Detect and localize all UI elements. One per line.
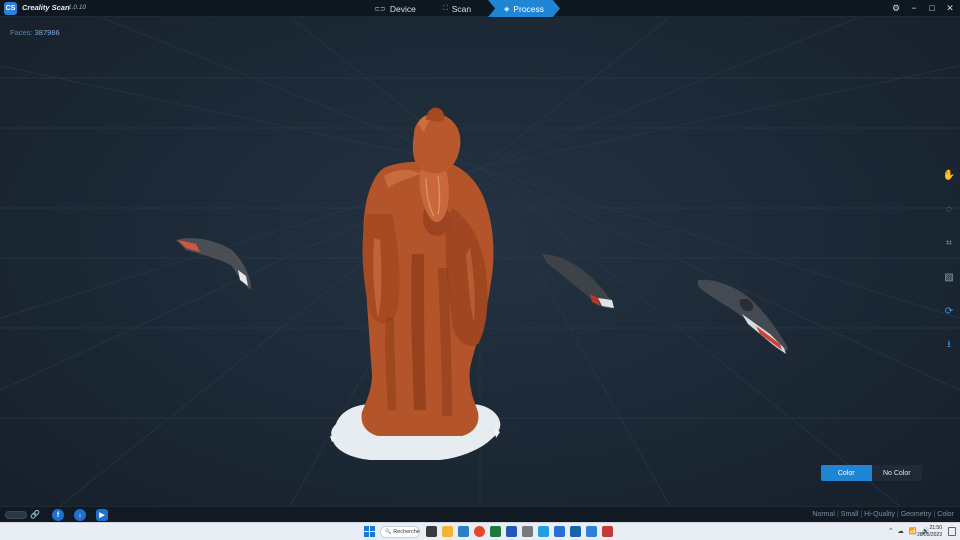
clock-time: 21:50	[929, 525, 942, 531]
app-version: 1.0.10	[68, 4, 87, 11]
render-mode-color[interactable]: Color	[937, 511, 954, 518]
app-logo-icon: CS	[4, 2, 17, 15]
close-button[interactable]: ✕	[944, 2, 956, 14]
model-viewport[interactable]: Faces: 387986 ✋ ◌ ⌗ ▨ ⟳ ⭳	[0, 18, 960, 506]
link-icon: ⊂⊃	[374, 5, 386, 13]
color-mode-toggle: Color No Color	[821, 465, 922, 481]
no-color-button[interactable]: No Color	[872, 465, 923, 481]
app-icon-12[interactable]	[602, 526, 613, 537]
link-icon[interactable]: 🔗	[30, 510, 40, 519]
notification-icon[interactable]	[948, 527, 956, 536]
settings-gear-icon[interactable]: ⚙	[890, 2, 902, 14]
render-mode-geometry[interactable]: Geometry	[901, 511, 932, 518]
tab-device[interactable]: ⊂⊃ Device	[364, 0, 426, 17]
ground-grid	[0, 18, 960, 506]
skype-icon[interactable]	[538, 526, 549, 537]
creality-scan-taskbar-icon[interactable]	[586, 526, 597, 537]
connection-status-pill	[5, 511, 27, 519]
mail-icon[interactable]	[554, 526, 565, 537]
faces-counter: Faces: 387986	[10, 28, 60, 37]
maximize-button[interactable]: □	[926, 2, 938, 14]
search-icon: 🔍	[385, 529, 392, 535]
file-explorer-icon[interactable]	[442, 526, 453, 537]
scan-fragment-center	[542, 254, 614, 309]
main-tabs: ⊂⊃ Device ⛶ Scan ◈ Process	[364, 0, 560, 17]
pan-tool-icon[interactable]: ✋	[940, 166, 958, 184]
window-controls: ⚙ − □ ✕	[890, 2, 956, 14]
youtube-icon[interactable]: ▶	[96, 509, 108, 521]
tab-scan-label: Scan	[451, 3, 472, 14]
render-mode-small[interactable]: Small	[841, 511, 859, 518]
export-download-icon[interactable]: ⭳	[940, 336, 958, 354]
task-view-icon[interactable]	[426, 526, 437, 537]
store-icon[interactable]	[458, 526, 469, 537]
minimize-button[interactable]: −	[908, 2, 920, 14]
title-bar: CS Creality Scan 1.0.10 ⊂⊃ Device ⛶ Scan…	[0, 0, 960, 17]
texture-icon[interactable]: ▨	[940, 268, 958, 286]
lasso-select-icon[interactable]: ◌	[940, 200, 958, 218]
render-mode-hi-quality[interactable]: Hi-Quality	[864, 511, 895, 518]
tab-device-label: Device	[389, 3, 416, 14]
process-refresh-icon[interactable]: ⟳	[940, 302, 958, 320]
render-mode-normal[interactable]: Normal	[812, 511, 835, 518]
windows-start-icon[interactable]	[364, 526, 375, 537]
tab-process-label: Process	[513, 3, 545, 14]
app-name: Creality Scan	[22, 3, 70, 12]
onedrive-icon[interactable]: ☁	[897, 527, 904, 535]
scan-fragment-right	[698, 279, 788, 354]
taskbar-search-label: Recherche	[393, 529, 420, 535]
taskbar-search-box[interactable]: 🔍 Recherche	[380, 526, 420, 538]
faces-label: Faces:	[10, 28, 33, 37]
wifi-icon[interactable]: 📶	[909, 527, 917, 535]
outlook-icon[interactable]	[570, 526, 581, 537]
tab-process[interactable]: ◈ Process	[488, 0, 560, 17]
facebook-icon[interactable]: f	[52, 509, 64, 521]
excel-icon[interactable]	[490, 526, 501, 537]
render-mode-list: Normal | Small | Hi-Quality | Geometry |…	[812, 511, 954, 518]
status-bar: 🔗 f ↓ ▶ Normal | Small | Hi-Quality | Ge…	[0, 506, 960, 522]
tray-expand-icon[interactable]: ^	[889, 527, 892, 535]
color-button[interactable]: Color	[821, 465, 872, 481]
scan-icon: ⛶	[442, 4, 448, 12]
tab-scan[interactable]: ⛶ Scan	[426, 0, 488, 17]
os-taskbar: 🔍 Recherche ^ ☁ 📶 🔊 21:50 28/05/2023	[0, 522, 960, 540]
app-icon-7[interactable]	[522, 526, 533, 537]
scan-fragment-left	[176, 238, 251, 290]
clock-date: 28/05/2023	[916, 532, 942, 538]
download-icon[interactable]: ↓	[74, 509, 86, 521]
process-icon: ◈	[503, 5, 510, 13]
scanned-statue-model	[330, 107, 501, 460]
faces-value: 387986	[34, 28, 60, 37]
crop-icon[interactable]: ⌗	[940, 234, 958, 252]
word-icon[interactable]	[506, 526, 517, 537]
chrome-icon[interactable]	[474, 526, 485, 537]
taskbar-clock[interactable]: 21:50 28/05/2023	[917, 525, 942, 539]
